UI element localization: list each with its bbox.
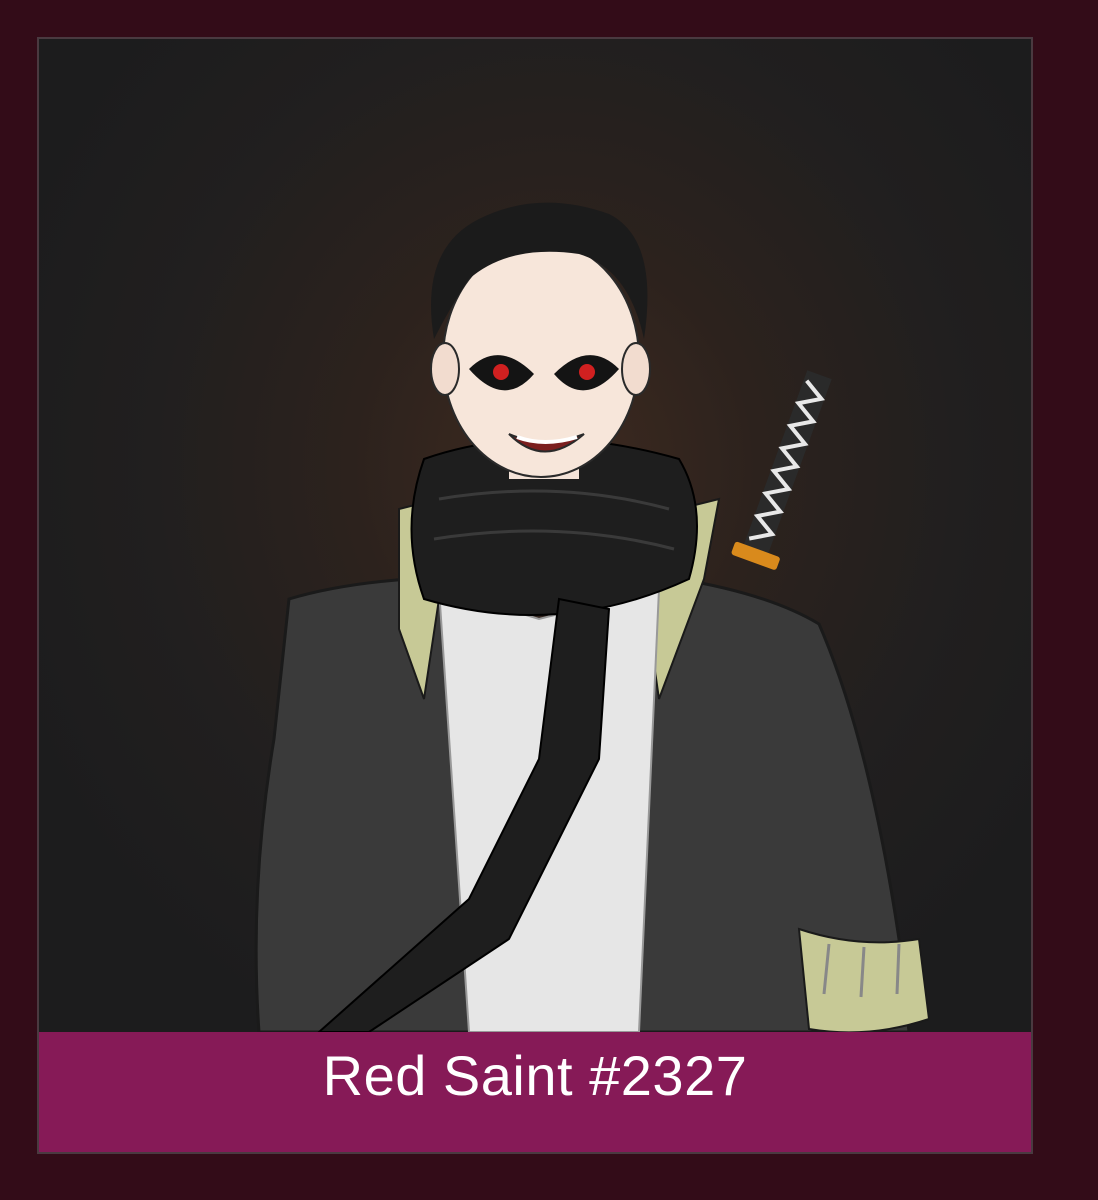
katana-icon xyxy=(731,370,832,570)
nft-card: Red Saint #2327 xyxy=(37,37,1033,1154)
page: Red Saint #2327 xyxy=(0,0,1098,1200)
character-illustration xyxy=(254,202,931,1032)
head xyxy=(430,202,651,478)
character-artwork xyxy=(39,39,1031,1032)
caption-bar: Red Saint #2327 xyxy=(39,1032,1031,1152)
caption-title: Red Saint #2327 xyxy=(322,1043,748,1107)
